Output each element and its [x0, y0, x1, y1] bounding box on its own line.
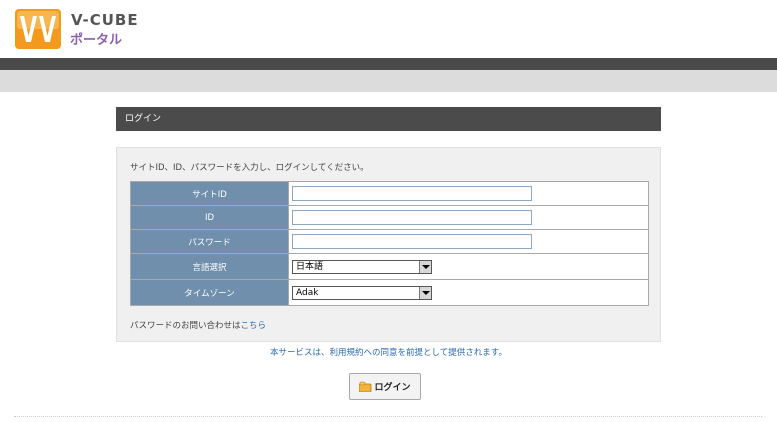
password-row: パスワード — [130, 229, 649, 254]
password-inquiry-link[interactable]: こちら — [241, 321, 267, 331]
password-inquiry: パスワードのお問い合わせはこちら — [130, 319, 266, 331]
timezone-row: タイムゾーン Adak — [130, 279, 649, 306]
language-select[interactable]: 日本語 — [292, 259, 432, 274]
timezone-select-value: Adak — [296, 287, 319, 298]
chevron-down-icon[interactable] — [419, 260, 431, 273]
header: V-CUBE ポータル — [0, 0, 777, 58]
login-panel-title: ログイン — [116, 107, 661, 131]
user-id-label: ID — [130, 205, 289, 230]
timezone-label: タイムゾーン — [130, 279, 289, 306]
user-id-row: ID — [130, 205, 649, 230]
language-select-value: 日本語 — [296, 261, 324, 272]
login-form-table: サイトID ID パスワード 言語選択 日本語 タイムゾーン Adak — [130, 181, 649, 306]
site-id-label: サイトID — [130, 181, 289, 206]
top-nav-bar — [0, 58, 777, 70]
language-row: 言語選択 日本語 — [130, 253, 649, 280]
login-instruction: サイトID、ID、パスワードを入力し、ログインしてください。 — [130, 163, 369, 173]
login-button[interactable]: ログイン — [349, 373, 421, 400]
sub-nav-bar — [0, 70, 777, 92]
timezone-select[interactable]: Adak — [292, 285, 432, 300]
brand-subtitle: ポータル — [70, 33, 123, 48]
password-inquiry-text: パスワードのお問い合わせは — [130, 321, 241, 331]
login-button-label: ログイン — [374, 383, 411, 393]
language-label: 言語選択 — [130, 253, 289, 280]
password-input[interactable] — [292, 234, 532, 249]
footer-divider — [14, 416, 762, 417]
brand-name: V-CUBE — [71, 11, 139, 29]
terms-notice[interactable]: 本サービスは、利用規約への同意を前提として提供されます。 — [0, 346, 777, 358]
chevron-down-icon[interactable] — [419, 286, 431, 299]
user-id-input[interactable] — [292, 210, 532, 225]
site-id-row: サイトID — [130, 181, 649, 206]
site-id-input[interactable] — [292, 186, 532, 201]
key-icon — [359, 381, 372, 392]
v-cube-logo-icon — [15, 9, 61, 49]
login-form-panel: サイトID、ID、パスワードを入力し、ログインしてください。 サイトID ID … — [116, 147, 661, 342]
password-label: パスワード — [130, 229, 289, 254]
